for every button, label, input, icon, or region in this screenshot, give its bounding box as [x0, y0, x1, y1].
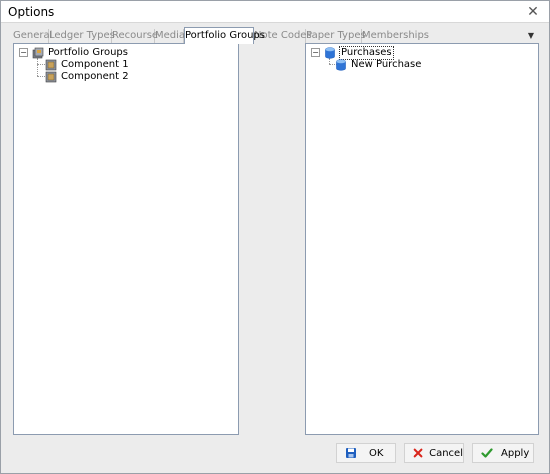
apply-button[interactable]: Apply	[472, 443, 534, 463]
cancel-icon	[413, 448, 423, 458]
window-title: Options	[8, 5, 55, 19]
tab-memberships[interactable]: Memberships	[362, 29, 429, 44]
cancel-button-label: Cancel	[429, 447, 463, 459]
tree-connector	[37, 58, 38, 76]
tab-media[interactable]: Media	[155, 29, 185, 44]
tab-overflow-dropdown-icon[interactable]: ▼	[525, 30, 537, 42]
options-dialog: Options ✕ General Ledger Types Recourse …	[0, 0, 550, 474]
tab-recourse[interactable]: Recourse	[112, 29, 158, 44]
tree-node-label: New Purchase	[351, 58, 422, 70]
component-icon	[45, 59, 57, 70]
collapse-icon[interactable]: −	[311, 48, 320, 57]
tab-ledger-types[interactable]: Ledger Types	[49, 29, 115, 44]
tab-paper-types[interactable]: Paper Types	[306, 29, 366, 44]
save-icon	[346, 448, 356, 458]
check-icon	[481, 448, 493, 458]
portfolio-groups-pane[interactable]: − Portfolio Groups Component 1 Component…	[13, 43, 239, 435]
database-icon	[336, 58, 346, 71]
tree-connector	[37, 64, 45, 65]
tree-node-component-2[interactable]: Component 2	[45, 70, 130, 83]
apply-button-label: Apply	[501, 447, 530, 459]
tab-strip: General Ledger Types Recourse Media Port…	[13, 27, 539, 44]
close-icon[interactable]: ✕	[523, 3, 543, 21]
tree-node-label: Component 2	[61, 70, 129, 82]
ok-button[interactable]: OK	[336, 443, 396, 463]
tree-node-label: Portfolio Groups	[48, 46, 128, 58]
cancel-button[interactable]: Cancel	[404, 443, 464, 463]
ok-button-label: OK	[369, 447, 384, 459]
title-bar[interactable]: Options ✕	[1, 1, 549, 23]
tree-connector	[37, 76, 45, 77]
tab-portfolio-groups[interactable]: Portfolio Groups	[184, 27, 265, 44]
database-icon	[325, 46, 335, 59]
collapse-icon[interactable]: −	[19, 48, 28, 57]
portfolio-group-icon	[32, 47, 44, 58]
component-icon	[45, 71, 57, 82]
tree-node-new-purchase[interactable]: New Purchase	[335, 58, 422, 71]
tree-node-label: Component 1	[61, 58, 129, 70]
purchases-pane[interactable]: − Purchases New Purchase	[305, 43, 539, 435]
tab-general[interactable]: General	[13, 29, 52, 44]
